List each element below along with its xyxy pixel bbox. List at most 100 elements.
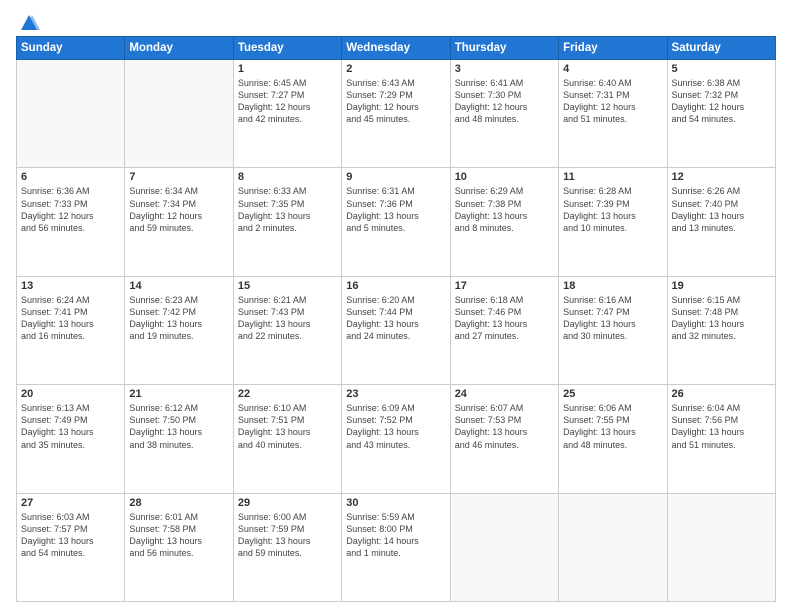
day-header-thursday: Thursday [450, 37, 558, 60]
calendar-cell [17, 60, 125, 168]
day-number: 3 [455, 63, 554, 75]
day-number: 20 [21, 388, 120, 400]
day-number: 23 [346, 388, 445, 400]
day-info: Sunrise: 6:15 AM Sunset: 7:48 PM Dayligh… [672, 294, 771, 343]
day-info: Sunrise: 6:28 AM Sunset: 7:39 PM Dayligh… [563, 185, 662, 234]
calendar-cell: 6 Sunrise: 6:36 AM Sunset: 7:33 PM Daylig… [17, 168, 125, 276]
calendar-cell: 9 Sunrise: 6:31 AM Sunset: 7:36 PM Daylig… [342, 168, 450, 276]
day-number: 9 [346, 171, 445, 183]
week-row-3: 20 Sunrise: 6:13 AM Sunset: 7:49 PM Dayli… [17, 385, 776, 493]
calendar-cell: 4 Sunrise: 6:40 AM Sunset: 7:31 PM Daylig… [559, 60, 667, 168]
calendar-body: 1Sunrise: 6:45 AM Sunset: 7:27 PM Daylig… [17, 60, 776, 602]
week-row-1: 6 Sunrise: 6:36 AM Sunset: 7:33 PM Daylig… [17, 168, 776, 276]
day-header-saturday: Saturday [667, 37, 775, 60]
day-number: 10 [455, 171, 554, 183]
day-info: Sunrise: 6:43 AM Sunset: 7:29 PM Dayligh… [346, 77, 445, 126]
day-number: 4 [563, 63, 662, 75]
day-info: Sunrise: 6:45 AM Sunset: 7:27 PM Dayligh… [238, 77, 337, 126]
calendar-cell: 13 Sunrise: 6:24 AM Sunset: 7:41 PM Dayli… [17, 276, 125, 384]
day-number: 15 [238, 280, 337, 292]
day-number: 2 [346, 63, 445, 75]
calendar-cell: 17 Sunrise: 6:18 AM Sunset: 7:46 PM Dayli… [450, 276, 558, 384]
calendar-cell: 30 Sunrise: 5:59 AM Sunset: 8:00 PM Dayli… [342, 493, 450, 601]
day-number: 8 [238, 171, 337, 183]
calendar-cell: 7 Sunrise: 6:34 AM Sunset: 7:34 PM Daylig… [125, 168, 233, 276]
calendar-cell: 3Sunrise: 6:41 AM Sunset: 7:30 PM Daylig… [450, 60, 558, 168]
day-info: Sunrise: 6:16 AM Sunset: 7:47 PM Dayligh… [563, 294, 662, 343]
day-info: Sunrise: 6:21 AM Sunset: 7:43 PM Dayligh… [238, 294, 337, 343]
day-info: Sunrise: 6:06 AM Sunset: 7:55 PM Dayligh… [563, 402, 662, 451]
page: SundayMondayTuesdayWednesdayThursdayFrid… [0, 0, 792, 612]
day-info: Sunrise: 6:07 AM Sunset: 7:53 PM Dayligh… [455, 402, 554, 451]
calendar-cell: 28 Sunrise: 6:01 AM Sunset: 7:58 PM Dayli… [125, 493, 233, 601]
day-header-sunday: Sunday [17, 37, 125, 60]
day-info: Sunrise: 6:04 AM Sunset: 7:56 PM Dayligh… [672, 402, 771, 451]
calendar-cell: 5 Sunrise: 6:38 AM Sunset: 7:32 PM Daylig… [667, 60, 775, 168]
calendar-cell [125, 60, 233, 168]
day-info: Sunrise: 6:38 AM Sunset: 7:32 PM Dayligh… [672, 77, 771, 126]
calendar-cell [667, 493, 775, 601]
calendar-cell: 1Sunrise: 6:45 AM Sunset: 7:27 PM Daylig… [233, 60, 341, 168]
day-number: 24 [455, 388, 554, 400]
week-row-0: 1Sunrise: 6:45 AM Sunset: 7:27 PM Daylig… [17, 60, 776, 168]
header [16, 12, 776, 28]
day-info: Sunrise: 6:33 AM Sunset: 7:35 PM Dayligh… [238, 185, 337, 234]
calendar-cell [450, 493, 558, 601]
day-header-row: SundayMondayTuesdayWednesdayThursdayFrid… [17, 37, 776, 60]
week-row-4: 27 Sunrise: 6:03 AM Sunset: 7:57 PM Dayli… [17, 493, 776, 601]
day-number: 26 [672, 388, 771, 400]
calendar-cell: 11 Sunrise: 6:28 AM Sunset: 7:39 PM Dayli… [559, 168, 667, 276]
day-info: Sunrise: 6:23 AM Sunset: 7:42 PM Dayligh… [129, 294, 228, 343]
calendar-cell: 20 Sunrise: 6:13 AM Sunset: 7:49 PM Dayli… [17, 385, 125, 493]
day-info: Sunrise: 6:09 AM Sunset: 7:52 PM Dayligh… [346, 402, 445, 451]
calendar-cell: 24 Sunrise: 6:07 AM Sunset: 7:53 PM Dayli… [450, 385, 558, 493]
day-number: 17 [455, 280, 554, 292]
calendar-cell: 25 Sunrise: 6:06 AM Sunset: 7:55 PM Dayli… [559, 385, 667, 493]
day-number: 28 [129, 497, 228, 509]
day-number: 7 [129, 171, 228, 183]
logo [16, 12, 40, 28]
calendar-cell: 10Sunrise: 6:29 AM Sunset: 7:38 PM Dayli… [450, 168, 558, 276]
day-number: 27 [21, 497, 120, 509]
calendar-cell: 12 Sunrise: 6:26 AM Sunset: 7:40 PM Dayli… [667, 168, 775, 276]
day-info: Sunrise: 6:03 AM Sunset: 7:57 PM Dayligh… [21, 511, 120, 560]
calendar-table: SundayMondayTuesdayWednesdayThursdayFrid… [16, 36, 776, 602]
day-number: 11 [563, 171, 662, 183]
day-info: Sunrise: 5:59 AM Sunset: 8:00 PM Dayligh… [346, 511, 445, 560]
day-number: 25 [563, 388, 662, 400]
day-info: Sunrise: 6:10 AM Sunset: 7:51 PM Dayligh… [238, 402, 337, 451]
day-info: Sunrise: 6:36 AM Sunset: 7:33 PM Dayligh… [21, 185, 120, 234]
calendar-cell [559, 493, 667, 601]
day-info: Sunrise: 6:34 AM Sunset: 7:34 PM Dayligh… [129, 185, 228, 234]
day-info: Sunrise: 6:24 AM Sunset: 7:41 PM Dayligh… [21, 294, 120, 343]
day-number: 18 [563, 280, 662, 292]
day-info: Sunrise: 6:12 AM Sunset: 7:50 PM Dayligh… [129, 402, 228, 451]
day-number: 21 [129, 388, 228, 400]
calendar-cell: 22 Sunrise: 6:10 AM Sunset: 7:51 PM Dayli… [233, 385, 341, 493]
day-info: Sunrise: 6:18 AM Sunset: 7:46 PM Dayligh… [455, 294, 554, 343]
day-number: 30 [346, 497, 445, 509]
calendar-cell: 26 Sunrise: 6:04 AM Sunset: 7:56 PM Dayli… [667, 385, 775, 493]
day-number: 6 [21, 171, 120, 183]
day-info: Sunrise: 6:26 AM Sunset: 7:40 PM Dayligh… [672, 185, 771, 234]
day-info: Sunrise: 6:13 AM Sunset: 7:49 PM Dayligh… [21, 402, 120, 451]
day-number: 16 [346, 280, 445, 292]
day-number: 12 [672, 171, 771, 183]
calendar-cell: 15 Sunrise: 6:21 AM Sunset: 7:43 PM Dayli… [233, 276, 341, 384]
day-info: Sunrise: 6:40 AM Sunset: 7:31 PM Dayligh… [563, 77, 662, 126]
day-info: Sunrise: 6:01 AM Sunset: 7:58 PM Dayligh… [129, 511, 228, 560]
day-number: 13 [21, 280, 120, 292]
day-number: 14 [129, 280, 228, 292]
week-row-2: 13 Sunrise: 6:24 AM Sunset: 7:41 PM Dayli… [17, 276, 776, 384]
day-header-friday: Friday [559, 37, 667, 60]
day-header-wednesday: Wednesday [342, 37, 450, 60]
calendar-cell: 14 Sunrise: 6:23 AM Sunset: 7:42 PM Dayli… [125, 276, 233, 384]
day-number: 5 [672, 63, 771, 75]
calendar-header: SundayMondayTuesdayWednesdayThursdayFrid… [17, 37, 776, 60]
day-number: 19 [672, 280, 771, 292]
day-number: 29 [238, 497, 337, 509]
day-info: Sunrise: 6:31 AM Sunset: 7:36 PM Dayligh… [346, 185, 445, 234]
day-number: 22 [238, 388, 337, 400]
day-info: Sunrise: 6:00 AM Sunset: 7:59 PM Dayligh… [238, 511, 337, 560]
calendar-cell: 29 Sunrise: 6:00 AM Sunset: 7:59 PM Dayli… [233, 493, 341, 601]
